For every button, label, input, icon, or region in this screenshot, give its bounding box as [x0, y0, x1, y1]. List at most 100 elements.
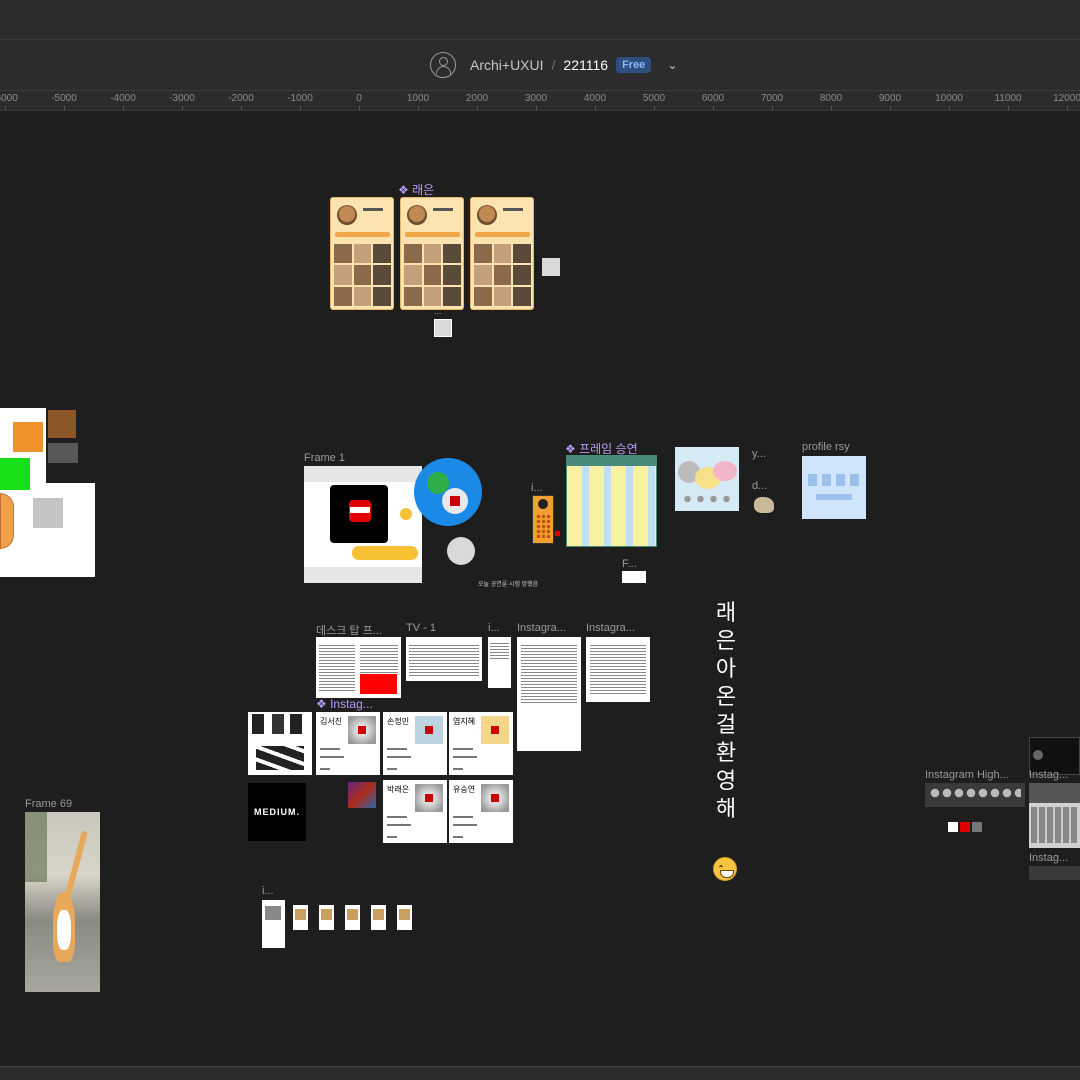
mini-phone[interactable] — [371, 905, 386, 930]
small-caption: 오늘 공연룬 시험 망했음 — [478, 582, 539, 588]
ruler-tick-mark — [182, 106, 183, 110]
ruler-tick-mark — [1067, 106, 1068, 110]
color-swatch-grey[interactable] — [972, 822, 982, 832]
mini-phone[interactable] — [319, 905, 334, 930]
team-avatar-icon[interactable] — [430, 52, 456, 78]
shield-shape[interactable] — [0, 493, 14, 549]
name-card[interactable]: 김서진 — [316, 712, 380, 775]
profile-card[interactable] — [470, 197, 534, 310]
mini-frame[interactable] — [262, 900, 285, 948]
frame-label-frame69[interactable]: Frame 69 — [25, 798, 72, 810]
mini-phone[interactable] — [397, 905, 412, 930]
medium-logo-text: MEDIUM. — [254, 807, 300, 817]
blue-circle[interactable] — [414, 458, 482, 526]
vertical-text-char: 걸 — [715, 713, 737, 738]
color-swatch-red[interactable] — [960, 822, 970, 832]
medium-app-icon[interactable] — [330, 485, 388, 543]
name-card-name: 유승연 — [453, 785, 476, 794]
instag-right-frame-2[interactable] — [1029, 866, 1080, 880]
grey-circle[interactable] — [447, 537, 475, 565]
instagram-frame-2[interactable] — [586, 637, 650, 702]
white-small-frame[interactable] — [622, 571, 646, 583]
ruler-tick-label: -1000 — [287, 93, 313, 104]
frame-label-d[interactable]: d... — [752, 480, 767, 492]
profile-card[interactable] — [400, 197, 464, 310]
grey-square[interactable] — [542, 258, 560, 276]
instag-right-frame-1[interactable] — [1029, 783, 1080, 848]
ruler-tick-label: 5000 — [642, 93, 666, 104]
frame-label-dots[interactable]: ... — [434, 306, 442, 316]
left-frame[interactable] — [0, 408, 95, 577]
small-dog-image[interactable] — [754, 497, 774, 513]
file-name[interactable]: 221116 — [563, 57, 608, 73]
frame-label-instagram-highlight[interactable]: Instagram High... — [925, 769, 1009, 781]
frame-label-tv[interactable]: TV - 1 — [406, 622, 436, 634]
breadcrumb: Archi+UXUI / 221116 Free ⌄ — [430, 52, 677, 78]
frame-label-instagram-2[interactable]: Instagra... — [586, 622, 635, 634]
ruler-tick-label: -5000 — [51, 93, 77, 104]
ruler-tick-mark — [654, 106, 655, 110]
profile-card[interactable] — [330, 197, 394, 310]
ruler-tick-label: 9000 — [878, 93, 902, 104]
vertical-text-char: 온 — [715, 685, 737, 710]
ruler-tick-mark — [1008, 106, 1009, 110]
ruler-tick-mark — [890, 106, 891, 110]
instagram-highlight-frame[interactable] — [925, 783, 1025, 807]
frame-label-i[interactable]: i... — [531, 482, 543, 494]
name-card[interactable]: 손정민 — [383, 712, 447, 775]
vertical-text-char: 래 — [715, 601, 737, 626]
calendar-frame[interactable] — [566, 455, 657, 547]
frame-label-f[interactable]: F... — [622, 558, 637, 570]
orange-square[interactable] — [13, 422, 43, 452]
smile-emoji-icon[interactable] — [713, 857, 737, 881]
color-swatch-white[interactable] — [948, 822, 958, 832]
frame-label-instagram-1[interactable]: Instagra... — [517, 622, 566, 634]
mini-phone[interactable] — [345, 905, 360, 930]
name-card[interactable]: 유승연 — [449, 780, 513, 843]
phone-frame-orange[interactable] — [532, 495, 554, 544]
ruler-tick-label: 3000 — [524, 93, 548, 104]
yellow-dot[interactable] — [400, 508, 412, 520]
ruler-tick-label: -2000 — [228, 93, 254, 104]
ruler-tick-mark — [477, 106, 478, 110]
name-card[interactable]: 박래은 — [383, 780, 447, 843]
frame-label-i2[interactable]: i... — [488, 622, 500, 634]
bubbles-frame[interactable] — [675, 447, 739, 511]
frame-label-instag-right-2[interactable]: Instag... — [1029, 852, 1068, 864]
frame-label-y[interactable]: y... — [752, 448, 766, 460]
chevron-down-icon[interactable]: ⌄ — [667, 58, 677, 72]
frame-label-profile-rsy[interactable]: profile rsy — [802, 441, 850, 453]
frame-label-frame1[interactable]: Frame 1 — [304, 452, 345, 464]
yellow-button[interactable] — [352, 546, 418, 560]
mini-phone[interactable] — [293, 905, 308, 930]
frame-label-instag-right-1[interactable]: Instag... — [1029, 769, 1068, 781]
vertical-text-char: 환 — [715, 741, 737, 766]
phones-collage[interactable] — [248, 712, 312, 775]
frame-69-cat-photo[interactable] — [25, 812, 100, 992]
frame-1[interactable] — [304, 466, 422, 583]
horizontal-ruler[interactable]: -6000 -5000 -4000 -3000 -2000 -1000 0 1000 2000 3… — [0, 90, 1080, 111]
grey-square[interactable] — [33, 498, 63, 528]
plan-badge[interactable]: Free — [616, 57, 652, 73]
component-label-instag[interactable]: ❖ Instag... — [316, 697, 373, 711]
medium-logo-frame[interactable]: MEDIUM. — [248, 783, 306, 841]
red-dot[interactable] — [555, 531, 560, 536]
instagram-frame-1[interactable] — [517, 637, 581, 751]
ruler-tick-label: -3000 — [169, 93, 195, 104]
frame-label-desktop[interactable]: 데스크 탑 프... — [316, 622, 382, 638]
green-square[interactable] — [0, 458, 30, 490]
ruler-tick-mark — [359, 106, 360, 110]
component-label-raeun[interactable]: ❖ 래은 — [398, 181, 434, 198]
vertical-welcome-text[interactable]: 래은아온걸환영해 — [712, 600, 740, 824]
profile-rsy-frame[interactable] — [802, 456, 866, 519]
name-card[interactable]: 염지혜 — [449, 712, 513, 775]
tv-frame[interactable] — [406, 637, 482, 681]
narrow-frame[interactable] — [488, 637, 511, 688]
small-frame[interactable] — [434, 319, 452, 337]
desktop-frame[interactable] — [316, 637, 401, 698]
colorful-thumbnail[interactable] — [348, 782, 376, 808]
grey-circle-icon[interactable] — [442, 488, 468, 514]
frame-label-i3[interactable]: i... — [262, 885, 274, 897]
figma-window: Archi+UXUI / 221116 Free ⌄ -6000 -5000 -40… — [0, 0, 1080, 1080]
team-name[interactable]: Archi+UXUI — [470, 57, 544, 73]
